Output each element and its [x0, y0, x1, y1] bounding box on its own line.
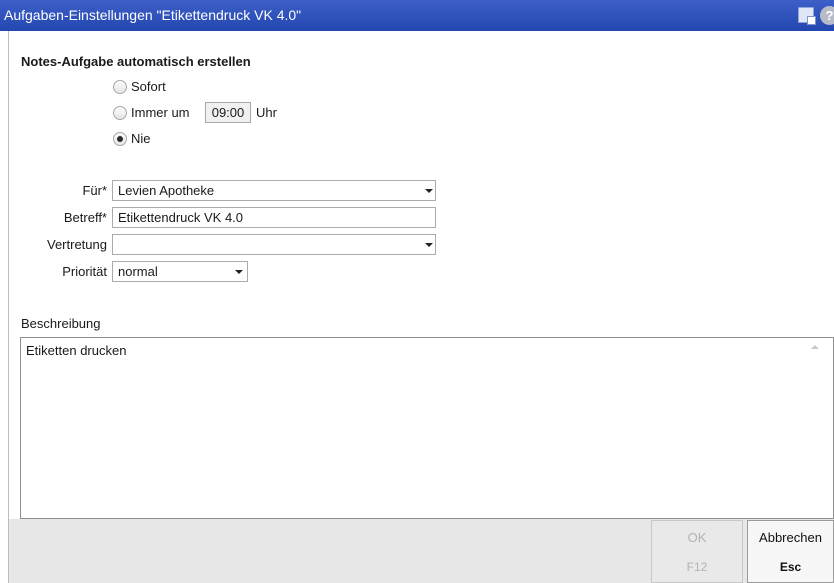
scroll-up-icon[interactable] [811, 345, 819, 349]
time-unit-label: Uhr [256, 105, 277, 120]
help-icon[interactable]: ? [820, 6, 834, 25]
betreff-label: Betreff* [63, 210, 107, 225]
radio-sofort[interactable] [113, 80, 127, 94]
betreff-value: Etikettendruck VK 4.0 [118, 210, 244, 225]
title-bar: Aufgaben-Einstellungen "Etikettendruck V… [0, 0, 834, 31]
radio-immer-um[interactable] [113, 106, 127, 120]
description-label: Beschreibung [21, 316, 101, 331]
time-input[interactable]: 09:00 [205, 102, 251, 123]
fuer-dropdown[interactable]: Levien Apotheke [112, 180, 436, 201]
ok-shortcut: F12 [686, 560, 708, 574]
betreff-input[interactable]: Etikettendruck VK 4.0 [112, 207, 436, 228]
section-title: Notes-Aufgabe automatisch erstellen [21, 54, 251, 69]
ok-label: OK [687, 530, 707, 545]
radio-nie[interactable] [113, 132, 127, 146]
ok-button[interactable]: OK F12 [651, 520, 743, 583]
window-title: Aufgaben-Einstellungen "Etikettendruck V… [4, 7, 302, 23]
vertretung-dropdown[interactable] [112, 234, 436, 255]
description-textarea[interactable]: Etiketten drucken [20, 337, 834, 519]
fuer-value: Levien Apotheke [118, 183, 215, 198]
vertretung-label: Vertretung [47, 237, 107, 252]
prioritaet-label: Priorität [62, 264, 107, 279]
prioritaet-dropdown[interactable]: normal [112, 261, 248, 282]
radio-nie-label[interactable]: Nie [131, 131, 151, 146]
prioritaet-value: normal [118, 264, 158, 279]
chevron-down-icon [425, 189, 433, 193]
cancel-shortcut: Esc [779, 560, 802, 574]
fuer-label: Für* [82, 183, 107, 198]
cancel-label: Abbrechen [759, 530, 822, 545]
radio-sofort-label[interactable]: Sofort [131, 79, 166, 94]
radio-immer-um-label[interactable]: Immer um [131, 105, 190, 120]
chevron-down-icon [425, 243, 433, 247]
description-text: Etiketten drucken [26, 343, 127, 358]
window-layout-icon[interactable] [798, 7, 816, 25]
cancel-button[interactable]: Abbrechen Esc [747, 520, 834, 583]
chevron-down-icon [235, 270, 243, 274]
